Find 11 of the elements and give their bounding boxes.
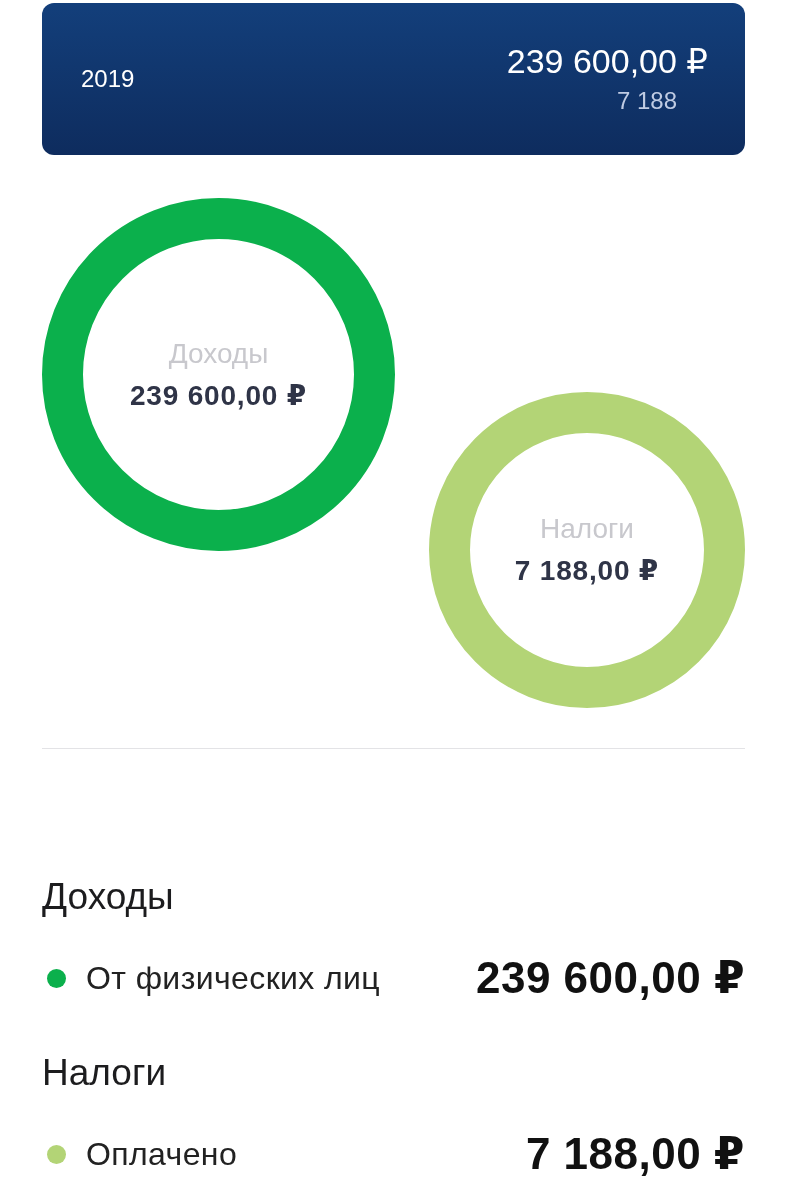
item-label: Оплачено (86, 1135, 238, 1173)
item-label: От физических лиц (86, 959, 381, 997)
year-label: 2019 (81, 65, 135, 93)
tax-total: 7 188 (616, 87, 677, 115)
ring-amount: 7 188,00 ₽ (514, 555, 660, 587)
section-heading: Налоги (42, 1051, 167, 1095)
section-heading: Доходы (42, 875, 174, 919)
income-total: 239 600,00 ₽ (506, 43, 708, 79)
item-amount: 7 188,00 ₽ (525, 1129, 745, 1179)
ring-amount: 239 600,00 ₽ (130, 379, 307, 412)
item-amount: 239 600,00 ₽ (475, 953, 745, 1003)
